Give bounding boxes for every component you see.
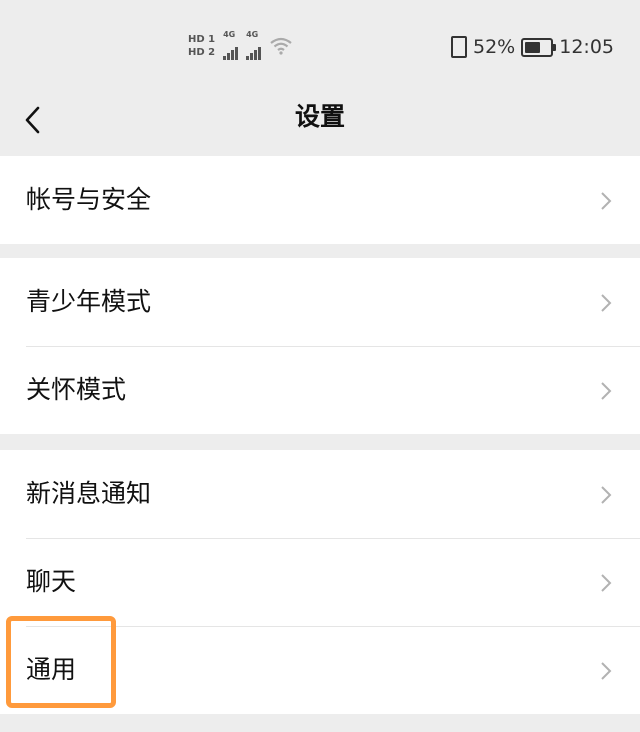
page-title: 设置 bbox=[294, 102, 345, 131]
settings-item-label: 聊天 bbox=[26, 567, 77, 596]
chevron-right-icon bbox=[601, 192, 612, 210]
settings-item-notifications[interactable]: 新消息通知 bbox=[0, 450, 640, 538]
settings-item-label: 帐号与安全 bbox=[26, 185, 152, 214]
chevron-right-icon bbox=[601, 382, 612, 400]
chevron-right-icon bbox=[601, 574, 612, 592]
settings-item-chat[interactable]: 聊天 bbox=[0, 538, 640, 626]
settings-group-general: 新消息通知 聊天 通用 bbox=[0, 450, 640, 714]
settings-item-label: 通用 bbox=[26, 655, 77, 684]
nav-bar: 设置 bbox=[0, 92, 640, 154]
sim1-label: HD 1 bbox=[188, 34, 216, 45]
status-bar-right: 52% 12:05 bbox=[451, 32, 614, 62]
settings-item-label: 新消息通知 bbox=[26, 479, 152, 508]
settings-group-account: 帐号与安全 bbox=[0, 156, 640, 244]
settings-group-modes: 青少年模式 关怀模式 bbox=[0, 258, 640, 434]
settings-item-label: 青少年模式 bbox=[26, 287, 152, 316]
signal-2-icon: 4G bbox=[246, 30, 262, 60]
signal-1-icon: 4G bbox=[223, 30, 239, 60]
settings-item-label: 关怀模式 bbox=[26, 375, 127, 404]
sim2-label: HD 2 bbox=[188, 47, 216, 58]
wifi-icon bbox=[270, 37, 292, 55]
clock: 12:05 bbox=[559, 36, 614, 58]
battery-icon bbox=[521, 37, 557, 57]
sim-indicators: HD 1 HD 2 bbox=[188, 34, 215, 58]
vibrate-icon bbox=[451, 36, 467, 58]
settings-item-general[interactable]: 通用 bbox=[0, 626, 640, 714]
chevron-right-icon bbox=[601, 486, 612, 504]
signal-1-tag: 4G bbox=[223, 30, 236, 39]
settings-item-account-security[interactable]: 帐号与安全 bbox=[0, 156, 640, 244]
sim2-badge: HD 2 bbox=[188, 47, 215, 58]
chevron-right-icon bbox=[601, 662, 612, 680]
signal-2-tag: 4G bbox=[246, 30, 259, 39]
sim1-badge: HD 1 bbox=[188, 34, 215, 45]
status-bar: HD 1 HD 2 4G 4G 52% 12:05 bbox=[0, 0, 640, 92]
status-bar-left: HD 1 HD 2 4G 4G bbox=[188, 30, 293, 62]
settings-item-teen-mode[interactable]: 青少年模式 bbox=[0, 258, 640, 346]
chevron-right-icon bbox=[601, 294, 612, 312]
battery-percent: 52% bbox=[473, 36, 516, 58]
settings-item-care-mode[interactable]: 关怀模式 bbox=[0, 346, 640, 434]
